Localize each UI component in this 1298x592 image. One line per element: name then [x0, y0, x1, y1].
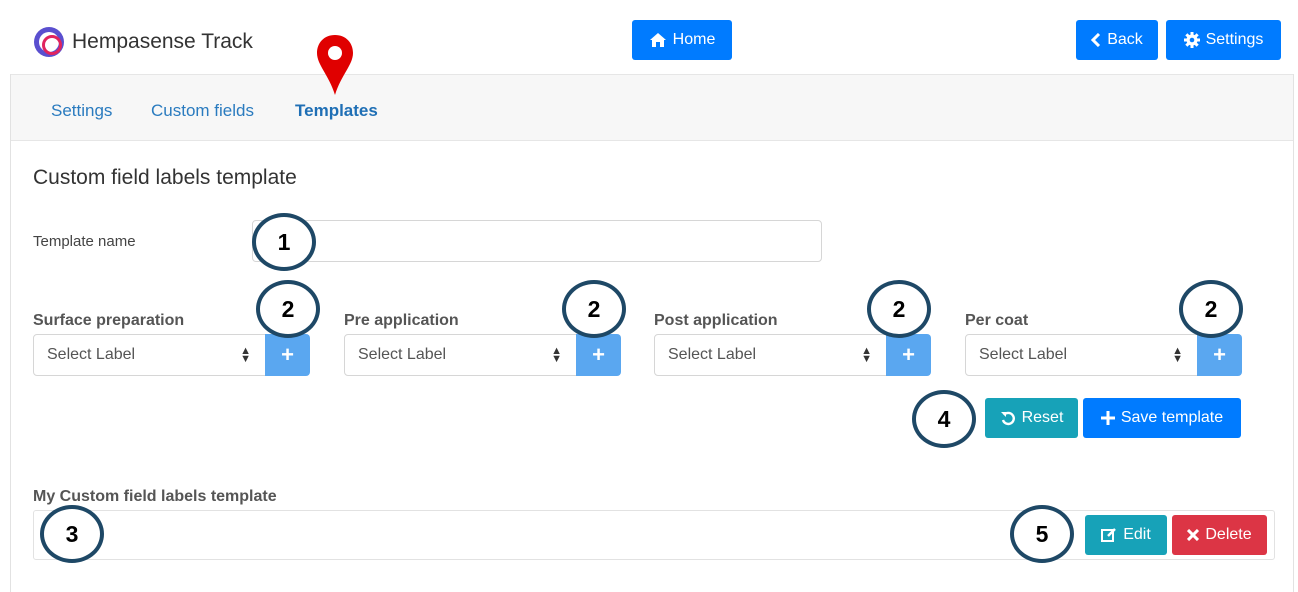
my-templates-title: My Custom field labels template	[33, 488, 277, 505]
add-surface-preparation-button[interactable]: +	[265, 334, 310, 376]
callout-badge: 3	[40, 505, 104, 563]
back-button-label: Back	[1107, 31, 1143, 48]
post-application-label: Post application	[654, 312, 778, 329]
callout-badge: 2	[867, 280, 931, 338]
template-name-label: Template name	[33, 233, 136, 250]
home-icon	[649, 33, 666, 47]
add-post-application-button[interactable]: +	[886, 334, 931, 376]
plus-icon	[1100, 411, 1115, 425]
pre-application-select[interactable]: Select Label ▲ ▼	[344, 334, 577, 376]
section-title: Custom field labels template	[33, 166, 297, 189]
callout-badge: 1	[252, 213, 316, 271]
callout-badge: 2	[562, 280, 626, 338]
post-application-select[interactable]: Select Label ▲ ▼	[654, 334, 887, 376]
reset-button[interactable]: Reset	[985, 398, 1078, 438]
select-caret-icon: ▲ ▼	[240, 345, 251, 365]
add-pre-application-button[interactable]: +	[576, 334, 621, 376]
callout-badge: 4	[912, 390, 976, 448]
select-value: Select Label	[47, 346, 136, 363]
select-value: Select Label	[668, 346, 757, 363]
select-value: Select Label	[358, 346, 447, 363]
times-icon	[1187, 529, 1200, 541]
tab-templates[interactable]: Templates	[295, 101, 378, 121]
tab-settings[interactable]: Settings	[51, 101, 112, 121]
save-template-button-label: Save template	[1120, 409, 1224, 426]
tab-bar: Settings Custom fields Templates	[11, 74, 1293, 141]
gear-icon	[1183, 32, 1200, 48]
template-name-input[interactable]	[252, 220, 822, 262]
chevron-left-icon	[1091, 33, 1101, 47]
brand-logo-icon	[34, 27, 64, 57]
select-caret-icon: ▲ ▼	[1172, 345, 1183, 365]
delete-template-button[interactable]: Delete	[1172, 515, 1267, 555]
pre-application-label: Pre application	[344, 312, 459, 329]
tab-custom-fields[interactable]: Custom fields	[151, 101, 254, 121]
edit-icon	[1101, 528, 1117, 542]
callout-badge: 5	[1010, 505, 1074, 563]
select-caret-icon: ▲ ▼	[861, 345, 872, 365]
settings-button-label: Settings	[1205, 31, 1264, 48]
select-caret-icon: ▲ ▼	[551, 345, 562, 365]
save-template-button[interactable]: Save template	[1083, 398, 1241, 438]
callout-badge: 2	[256, 280, 320, 338]
brand[interactable]: Hempasense Track	[34, 27, 253, 57]
callout-badge: 2	[1179, 280, 1243, 338]
add-per-coat-button[interactable]: +	[1197, 334, 1242, 376]
undo-icon	[1000, 411, 1015, 426]
home-button-label: Home	[672, 31, 716, 48]
settings-button[interactable]: Settings	[1166, 20, 1281, 60]
surface-preparation-select[interactable]: Select Label ▲ ▼	[33, 334, 266, 376]
edit-template-button[interactable]: Edit	[1085, 515, 1167, 555]
location-pin-icon	[317, 35, 353, 95]
surface-preparation-label: Surface preparation	[33, 312, 185, 329]
edit-button-label: Edit	[1123, 526, 1151, 543]
home-button[interactable]: Home	[632, 20, 732, 60]
select-value: Select Label	[979, 346, 1068, 363]
app-title: Hempasense Track	[72, 30, 253, 53]
per-coat-select[interactable]: Select Label ▲ ▼	[965, 334, 1198, 376]
back-button[interactable]: Back	[1076, 20, 1158, 60]
reset-button-label: Reset	[1021, 409, 1064, 426]
delete-button-label: Delete	[1205, 526, 1252, 543]
per-coat-label: Per coat	[965, 312, 1029, 329]
